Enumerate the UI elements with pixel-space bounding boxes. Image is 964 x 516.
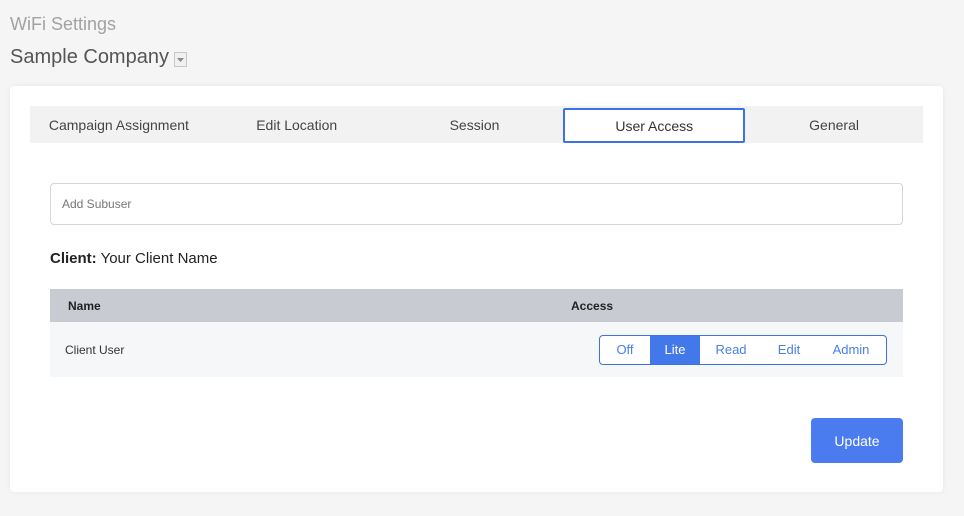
client-name: Your Client Name [100,250,218,267]
access-option-admin[interactable]: Admin [816,336,886,364]
settings-card: Campaign Assignment Edit Location Sessio… [10,86,943,492]
user-access-table: Name Access Client User Off Lite Read Ed… [50,289,903,377]
access-option-read[interactable]: Read [700,336,762,364]
user-name-cell: Client User [65,342,125,357]
access-option-edit[interactable]: Edit [762,336,816,364]
column-header-access: Access [571,298,614,313]
column-header-name: Name [68,298,101,313]
table-row: Client User Off Lite Read Edit Admin [50,322,903,377]
table-header: Name Access [50,289,903,322]
chevron-down-icon [176,57,184,62]
tab-edit-location[interactable]: Edit Location [208,106,386,143]
tab-session[interactable]: Session [386,106,564,143]
company-dropdown-button[interactable] [173,52,187,67]
tab-general[interactable]: General [745,106,923,143]
client-label: Client: [50,250,97,267]
tab-user-access[interactable]: User Access [563,108,746,143]
update-button[interactable]: Update [811,418,903,463]
access-option-lite[interactable]: Lite [650,335,700,364]
page-title: WiFi Settings [10,14,117,34]
settings-tabs: Campaign Assignment Edit Location Sessio… [30,106,923,143]
company-name: Sample Company [10,46,169,68]
tab-campaign-assignment[interactable]: Campaign Assignment [30,106,208,143]
company-selector: Sample Company [10,45,187,69]
add-subuser-input[interactable] [51,184,902,224]
access-level-selector: Off Lite Read Edit Admin [599,334,887,365]
access-option-off[interactable]: Off [600,336,650,364]
client-info: Client: Your Client Name [50,250,218,267]
add-subuser-field [50,183,903,225]
